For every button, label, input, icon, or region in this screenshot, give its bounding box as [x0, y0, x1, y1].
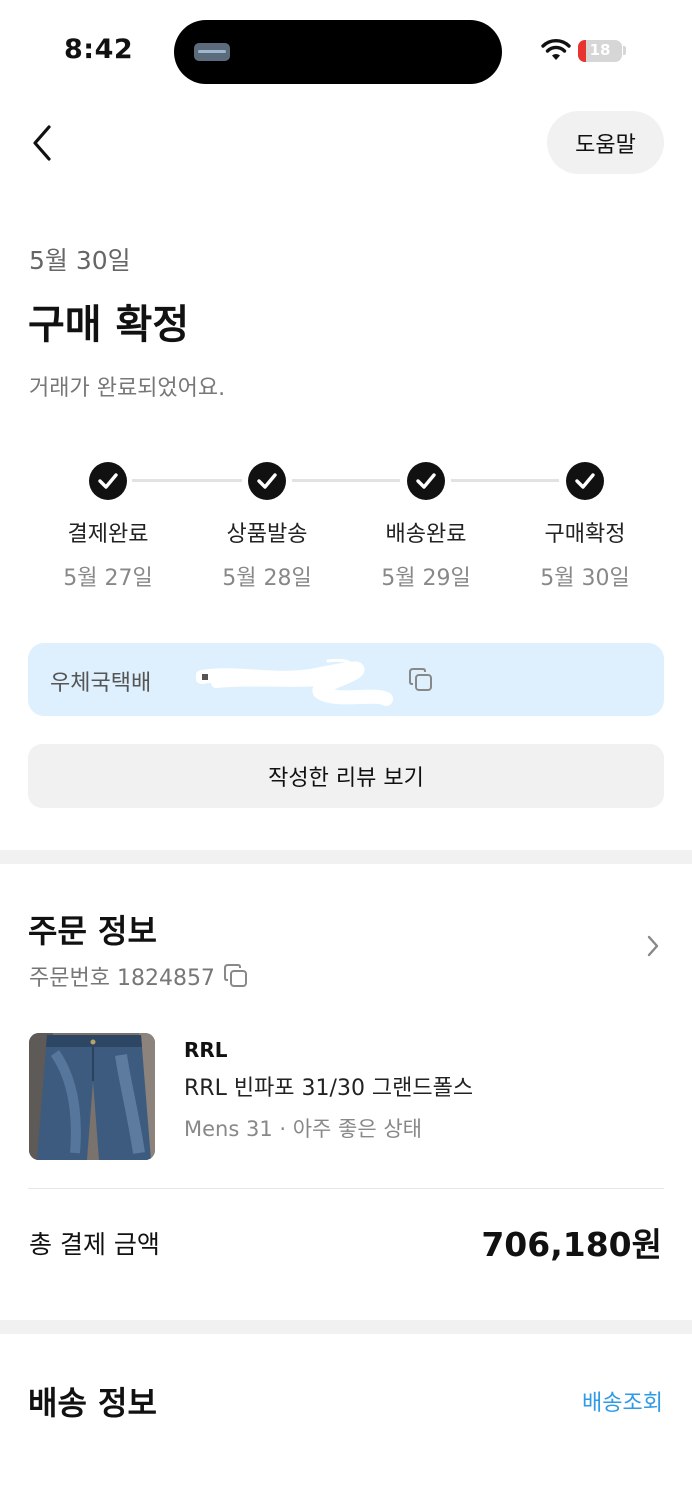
chevron-right-icon[interactable]: [646, 934, 660, 958]
chevron-left-icon: [33, 125, 51, 161]
tracking-number-bar[interactable]: 우체국택배: [28, 643, 664, 716]
view-review-button[interactable]: 작성한 리뷰 보기: [28, 744, 664, 808]
step-confirmed: 구매확정 5월 30일: [515, 462, 655, 592]
step-date: 5월 27일: [63, 566, 153, 591]
battery-level: 18: [589, 41, 611, 59]
step-label: 구매확정: [544, 522, 626, 547]
step-payment: 결제완료 5월 27일: [38, 462, 178, 592]
step-delivered: 배송완료 5월 29일: [356, 462, 496, 592]
order-number: 주문번호 1824857: [29, 966, 215, 991]
product-brand: RRL: [184, 1038, 228, 1062]
dynamic-island: [174, 20, 502, 84]
page-subtitle: 거래가 완료되었어요.: [29, 376, 226, 401]
back-button[interactable]: [22, 118, 62, 168]
wifi-icon: [541, 39, 571, 60]
total-label: 총 결제 금액: [29, 1230, 160, 1259]
total-amount: 706,180원: [481, 1225, 662, 1264]
help-button[interactable]: 도움말: [547, 111, 664, 174]
order-number-row: 주문번호 1824857: [29, 960, 249, 992]
product-thumbnail[interactable]: [29, 1033, 155, 1160]
product-name[interactable]: RRL 빈파포 31/30 그랜드폴스: [184, 1070, 473, 1102]
redacted-tracking-number: [196, 659, 393, 706]
check-icon: [566, 462, 604, 500]
section-divider: [0, 850, 692, 864]
copy-icon[interactable]: [408, 667, 434, 693]
order-info-title[interactable]: 주문 정보: [28, 906, 157, 952]
step-date: 5월 30일: [540, 566, 630, 591]
check-icon: [248, 462, 286, 500]
jeans-image: [29, 1033, 155, 1160]
step-date: 5월 29일: [381, 566, 471, 591]
step-label: 배송완료: [385, 522, 467, 547]
step-date: 5월 28일: [222, 566, 312, 591]
step-label: 상품발송: [226, 522, 308, 547]
section-divider: [0, 1320, 692, 1334]
battery-tip: [623, 46, 626, 55]
shipping-info-title: 배송 정보: [28, 1384, 157, 1422]
step-shipped: 상품발송 5월 28일: [197, 462, 337, 592]
page-title: 구매 확정: [28, 302, 190, 348]
status-bar: 8:42 18: [0, 0, 692, 100]
step-label: 결제완료: [67, 522, 149, 547]
check-icon: [407, 462, 445, 500]
battery-indicator: 18: [578, 40, 622, 62]
copy-icon[interactable]: [223, 963, 249, 989]
island-activity-icon: [194, 43, 230, 61]
carrier-name: 우체국택배: [50, 671, 152, 696]
track-shipment-link[interactable]: 배송조회: [582, 1385, 663, 1417]
status-time: 8:42: [64, 34, 134, 65]
divider-line: [28, 1188, 664, 1189]
product-meta: Mens 31 · 아주 좋은 상태: [184, 1117, 422, 1141]
check-icon: [89, 462, 127, 500]
status-date: 5월 30일: [29, 246, 131, 275]
